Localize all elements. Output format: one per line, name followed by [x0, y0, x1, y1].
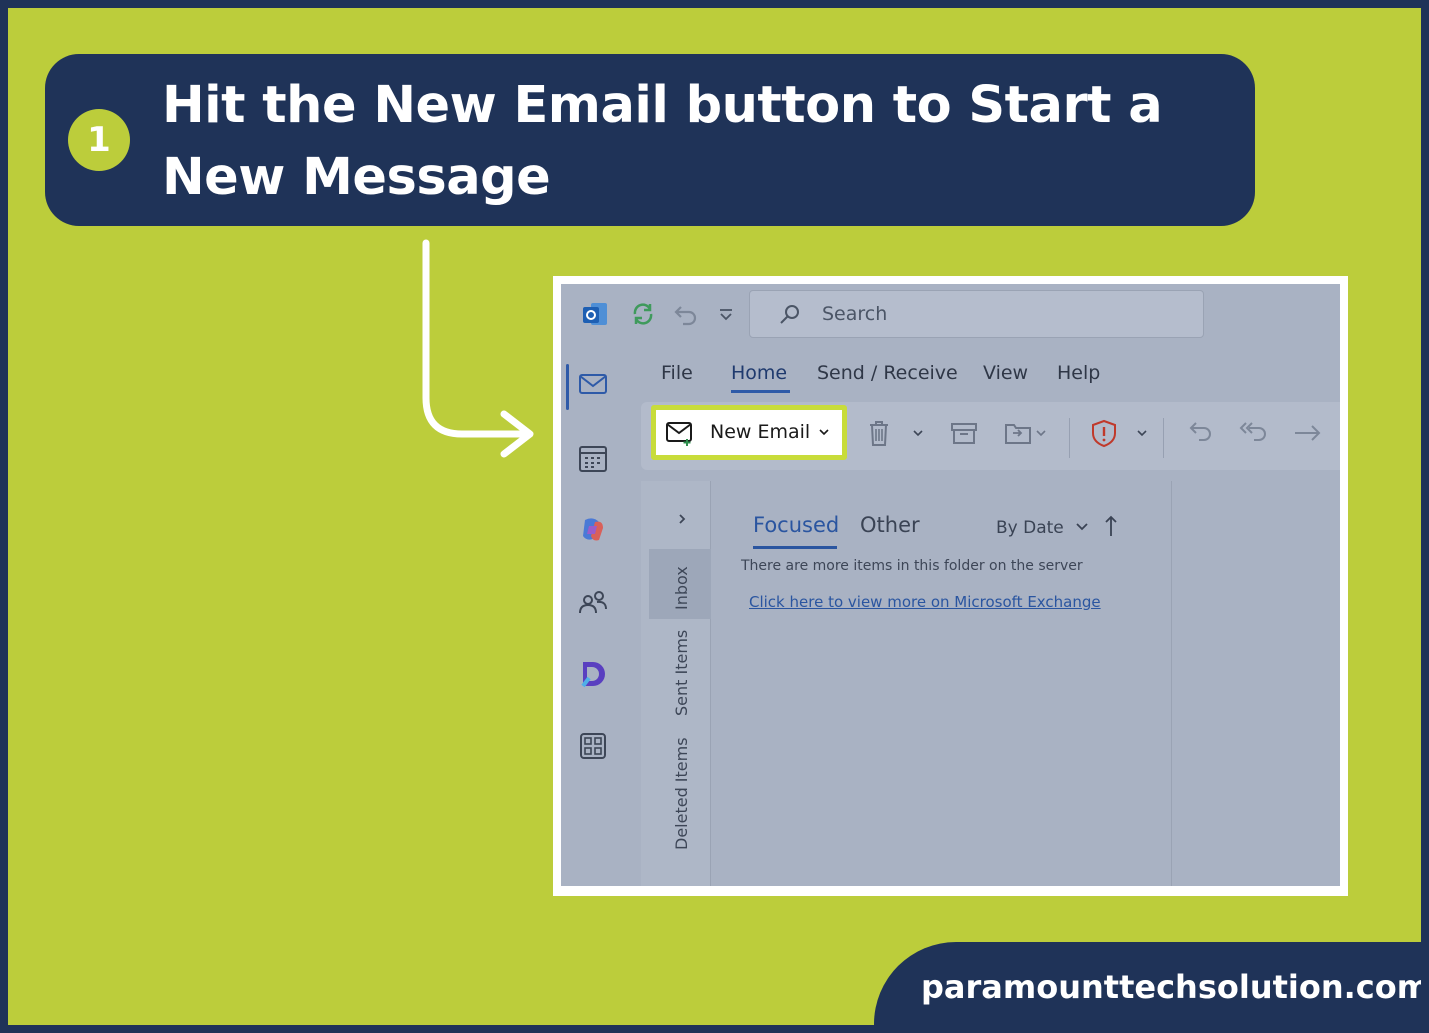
pointer-arrow-icon	[422, 239, 534, 458]
chevron-down-icon	[1076, 523, 1088, 531]
site-url: paramounttechsolution.com	[921, 968, 1421, 1006]
view-more-exchange-link[interactable]: Click here to view more on Microsoft Exc…	[749, 593, 1101, 611]
tab-other[interactable]: Other	[860, 513, 920, 537]
new-mail-icon	[666, 422, 692, 446]
outlook-window: Search File Home Send / Receive View Hel…	[561, 284, 1340, 886]
folder-sent-items[interactable]: Sent Items	[672, 630, 691, 716]
toolbar-divider	[1069, 418, 1070, 458]
site-footer: paramounttechsolution.com	[874, 942, 1421, 1025]
tab-view[interactable]: View	[983, 362, 1028, 384]
undo-icon[interactable]	[669, 300, 697, 328]
reply-all-icon[interactable]	[1236, 418, 1268, 448]
new-email-button[interactable]: New Email	[651, 405, 847, 460]
folder-inbox[interactable]: Inbox	[672, 566, 691, 610]
customize-icon[interactable]	[717, 300, 735, 328]
app-rail	[561, 344, 633, 886]
sort-dropdown[interactable]: By Date	[996, 518, 1089, 538]
sync-icon[interactable]	[629, 300, 657, 328]
tab-focused[interactable]: Focused	[753, 513, 839, 537]
people-icon[interactable]	[575, 584, 611, 620]
outlook-screenshot-frame: Search File Home Send / Receive View Hel…	[553, 276, 1348, 896]
archive-icon[interactable]	[949, 418, 979, 448]
tab-home[interactable]: Home	[731, 362, 787, 384]
sort-arrow-icon[interactable]	[1103, 514, 1119, 538]
tab-file[interactable]: File	[661, 362, 693, 384]
tab-home-underline	[731, 390, 790, 393]
folder-deleted-items[interactable]: Deleted Items	[672, 737, 691, 850]
search-placeholder: Search	[822, 303, 888, 325]
report-dropdown-chevron-icon[interactable]	[1135, 418, 1149, 448]
step-number-badge: 1	[68, 109, 130, 171]
new-email-label: New Email	[710, 421, 811, 443]
tab-help[interactable]: Help	[1057, 362, 1100, 384]
sort-label: By Date	[996, 518, 1064, 538]
report-icon[interactable]	[1089, 418, 1119, 448]
apps-grid-icon[interactable]	[575, 728, 611, 764]
rail-active-indicator	[566, 364, 569, 410]
message-list	[711, 481, 1172, 886]
outlook-logo-icon	[583, 303, 607, 325]
move-icon[interactable]	[1003, 418, 1049, 448]
step-title: Hit the New Email button to Start a New …	[162, 76, 1163, 207]
tutorial-canvas: 1 Hit the New Email button to Start a Ne…	[8, 8, 1421, 1025]
copilot-icon[interactable]	[575, 512, 611, 548]
server-items-notice: There are more items in this folder on t…	[741, 558, 1083, 574]
mail-icon[interactable]	[575, 366, 611, 402]
reply-icon[interactable]	[1183, 418, 1213, 448]
app-icon[interactable]	[575, 656, 611, 692]
delete-icon[interactable]	[866, 418, 892, 448]
forward-icon[interactable]	[1291, 418, 1325, 448]
calendar-icon[interactable]	[575, 440, 611, 476]
delete-dropdown-chevron-icon[interactable]	[911, 418, 925, 448]
search-input[interactable]: Search	[749, 290, 1204, 338]
title-bar: Search	[561, 284, 1340, 344]
search-icon	[780, 305, 799, 324]
tab-send-receive[interactable]: Send / Receive	[817, 362, 958, 384]
toolbar-divider	[1163, 418, 1164, 458]
step-banner: 1 Hit the New Email button to Start a Ne…	[45, 54, 1255, 226]
collapse-chevron-icon[interactable]	[675, 512, 689, 526]
chevron-down-icon	[819, 429, 829, 436]
tab-focused-underline	[753, 546, 837, 549]
